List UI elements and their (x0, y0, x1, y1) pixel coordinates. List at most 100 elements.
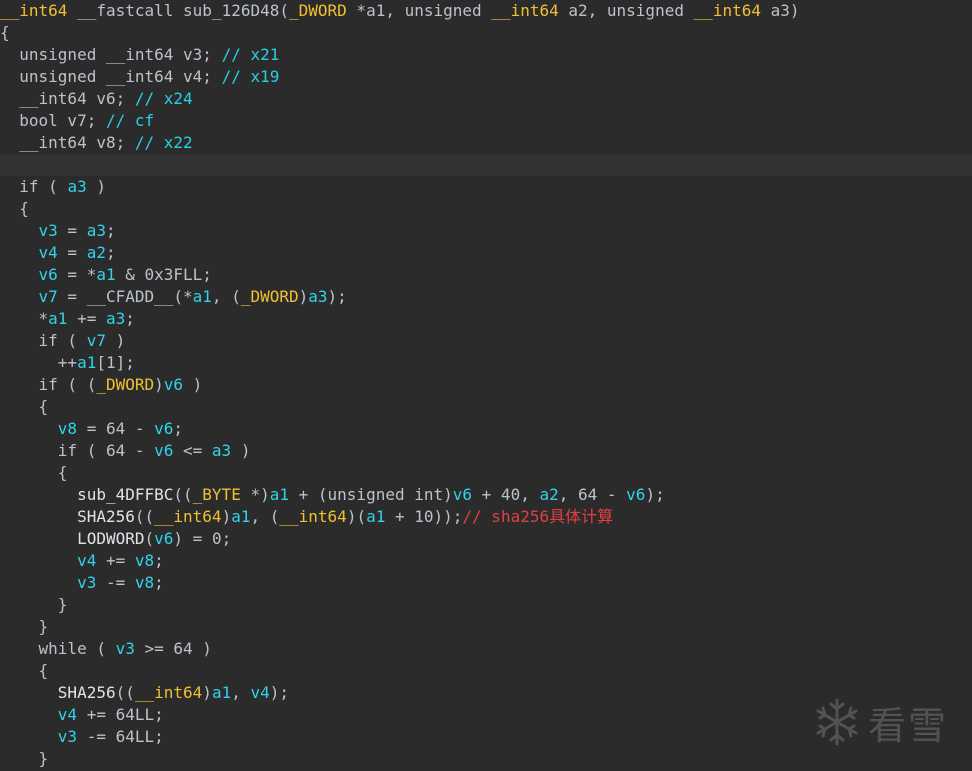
code-token: a3 (105, 309, 126, 328)
code-token: __int64 (0, 1, 68, 20)
code-token: a2 (539, 485, 559, 504)
code-line[interactable]: *a1 += a3; (0, 308, 972, 330)
code-token: + 40, (472, 485, 540, 504)
code-line[interactable]: v3 -= v8; (0, 572, 972, 594)
code-token: } (0, 749, 49, 768)
code-token: -= (96, 573, 135, 592)
code-token: ; (154, 573, 164, 592)
code-line[interactable]: sub_4DFFBC((_BYTE *)a1 + (unsigned int)v… (0, 484, 972, 506)
code-line[interactable]: if ( a3 ) (0, 176, 972, 198)
code-token: if ( (0, 331, 87, 350)
code-line[interactable]: { (0, 660, 972, 682)
code-token: a1 (77, 353, 97, 372)
code-token: += 64LL; (77, 705, 164, 724)
code-line[interactable]: } (0, 616, 972, 638)
code-token: // sha256具体计算 (462, 507, 614, 526)
code-line[interactable]: { (0, 22, 972, 44)
code-token: ); (269, 683, 289, 702)
code-token: v6 (452, 485, 473, 504)
code-line[interactable]: __int64 v8; // x22 (0, 132, 972, 154)
code-token: -= 64LL; (77, 727, 164, 746)
code-line[interactable]: ++a1[1]; (0, 352, 972, 374)
code-editor[interactable]: __int64 __fastcall sub_126D48(_DWORD *a1… (0, 0, 972, 771)
code-line[interactable]: { (0, 396, 972, 418)
code-token: a3 (211, 441, 232, 460)
code-token: (( (115, 683, 135, 702)
code-token: __int64 (154, 507, 222, 526)
code-token: a1 (48, 309, 68, 328)
code-line[interactable]: v4 += v8; (0, 550, 972, 572)
code-token: v6 (154, 441, 174, 460)
code-token: a1 (231, 507, 251, 526)
code-token: = 64 - (77, 419, 155, 438)
code-token: sub_4DFFBC (0, 485, 174, 504)
code-token: ); (327, 287, 347, 306)
code-line[interactable]: __int64 __fastcall sub_126D48(_DWORD *a1… (0, 0, 972, 22)
code-token: ) (202, 683, 212, 702)
code-token: ; (154, 551, 164, 570)
code-line[interactable]: v8 = 64 - v6; (0, 418, 972, 440)
code-line[interactable]: v3 = a3; (0, 220, 972, 242)
code-line[interactable]: while ( v3 >= 64 ) (0, 638, 972, 660)
code-token: = (57, 221, 87, 240)
code-token: [1]; (96, 353, 135, 372)
code-token: v6 (154, 419, 174, 438)
code-line[interactable]: SHA256((__int64)a1, (__int64)(a1 + 10));… (0, 506, 972, 528)
code-token: = __CFADD__(* (57, 287, 193, 306)
code-line[interactable]: __int64 v6; // x24 (0, 88, 972, 110)
code-line[interactable]: if ( (_DWORD)v6 ) (0, 374, 972, 396)
code-token: v8 (57, 419, 78, 438)
code-token: unsigned __int64 v3; (0, 45, 222, 64)
code-token: { (0, 463, 68, 482)
code-token: if ( (0, 177, 68, 196)
code-token: (( (134, 507, 155, 526)
code-token: { (0, 23, 10, 42)
code-token: * (0, 309, 49, 328)
code-token: += (67, 309, 106, 328)
code-token: a1 (96, 265, 116, 284)
snowflake-icon (812, 697, 862, 747)
code-line[interactable]: } (0, 594, 972, 616)
code-line[interactable]: { (0, 462, 972, 484)
code-token: ; (173, 419, 184, 438)
code-line[interactable]: bool v7; // cf (0, 110, 972, 132)
code-token: v6 (154, 529, 174, 548)
code-token: // x22 (134, 133, 193, 152)
code-token: ) (154, 375, 164, 394)
code-token: _DWORD (240, 287, 299, 306)
code-line[interactable]: if ( 64 - v6 <= a3 ) (0, 440, 972, 462)
code-token: ); (645, 485, 665, 504)
code-line[interactable] (0, 154, 972, 176)
code-token: while ( (0, 639, 116, 658)
watermark-text: 看雪 (868, 703, 949, 748)
code-line[interactable]: { (0, 198, 972, 220)
code-token: *) (240, 485, 270, 504)
code-token: ) = 0; (173, 529, 232, 548)
code-token: v4 (57, 705, 78, 724)
code-token: a3) (761, 1, 800, 20)
code-token: a3 (67, 177, 87, 196)
code-token: ) (86, 177, 106, 196)
code-token: ; (125, 309, 135, 328)
code-token: *a1, unsigned (346, 1, 492, 20)
code-line[interactable]: unsigned __int64 v4; // x19 (0, 66, 972, 88)
code-token: SHA256 (0, 683, 116, 702)
code-line[interactable]: v7 = __CFADD__(*a1, (_DWORD)a3); (0, 286, 972, 308)
code-token: _BYTE (192, 485, 241, 504)
code-token: a1 (192, 287, 212, 306)
code-token: a2 (86, 243, 106, 262)
code-line[interactable]: v4 = a2; (0, 242, 972, 264)
code-line[interactable]: v6 = *a1 & 0x3FLL; (0, 264, 972, 286)
code-token: { (0, 661, 49, 680)
code-token: SHA256 (0, 507, 135, 526)
code-line[interactable]: LODWORD(v6) = 0; (0, 528, 972, 550)
code-line[interactable]: if ( v7 ) (0, 330, 972, 352)
code-token: // x24 (134, 89, 193, 108)
code-line[interactable]: } (0, 748, 972, 770)
code-token: __int64 v8; (0, 133, 135, 152)
code-line[interactable]: unsigned __int64 v3; // x21 (0, 44, 972, 66)
